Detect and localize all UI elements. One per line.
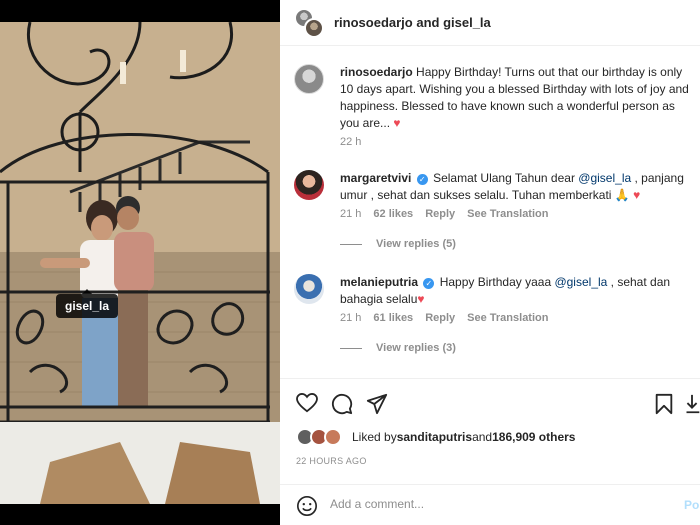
emoji-icon[interactable] bbox=[296, 495, 318, 517]
user-tag[interactable]: gisel_la bbox=[56, 289, 119, 318]
comment-username[interactable]: melanieputria bbox=[340, 275, 418, 289]
post-authors[interactable]: rinosoedarjo and gisel_la bbox=[334, 15, 491, 30]
comment-input[interactable] bbox=[330, 497, 670, 511]
bookmark-icon[interactable] bbox=[654, 393, 674, 415]
comment-meta: 21 h 62 likes Reply See Translation bbox=[340, 208, 548, 220]
post-details-panel: rinosoedarjo and gisel_la rinosoedarjo H… bbox=[280, 0, 700, 525]
liked-by-prefix: Liked by bbox=[352, 430, 397, 444]
collab-avatar[interactable] bbox=[294, 7, 324, 38]
mention-link[interactable]: @gisel_la bbox=[578, 171, 631, 185]
post-header: rinosoedarjo and gisel_la bbox=[280, 0, 700, 46]
avatar[interactable] bbox=[294, 170, 324, 200]
view-replies-button[interactable]: View replies (5) bbox=[340, 238, 456, 250]
post-photo[interactable]: gisel_la bbox=[0, 22, 280, 504]
comment-body: Happy Birthday yaaa bbox=[439, 275, 555, 289]
likes-count[interactable]: 186,909 others bbox=[492, 430, 575, 444]
reply-button[interactable]: Reply bbox=[425, 312, 455, 324]
liked-by-user[interactable]: sanditaputris bbox=[397, 430, 472, 444]
comment-likes[interactable]: 61 likes bbox=[373, 312, 413, 324]
comment-item: melanieputria ✓ Happy Birthday yaaa @gis… bbox=[294, 274, 694, 364]
view-replies-label: View replies (3) bbox=[376, 342, 456, 354]
replies-divider bbox=[340, 347, 362, 349]
view-replies-button[interactable]: View replies (3) bbox=[340, 342, 456, 354]
caption-text: rinosoedarjo Happy Birthday! Turns out t… bbox=[340, 64, 694, 132]
action-bar bbox=[280, 378, 700, 426]
mention-link[interactable]: @gisel_la bbox=[554, 275, 607, 289]
replies-divider bbox=[340, 243, 362, 245]
see-translation-link[interactable]: See Translation bbox=[467, 312, 548, 324]
heart-icon[interactable] bbox=[296, 393, 318, 413]
caption-username[interactable]: rinosoedarjo bbox=[340, 65, 413, 79]
comment-username[interactable]: margaretvivi bbox=[340, 171, 411, 185]
download-icon[interactable] bbox=[684, 393, 700, 415]
caption-time[interactable]: 22 h bbox=[340, 136, 361, 148]
heart-emoji: ♥ bbox=[633, 188, 641, 202]
comment-icon[interactable] bbox=[331, 393, 353, 415]
comment-item: margaretvivi ✓ Selamat Ulang Tahun dear … bbox=[294, 170, 694, 260]
verified-badge-icon: ✓ bbox=[423, 278, 435, 289]
avatar[interactable] bbox=[294, 274, 324, 304]
liker-avatars bbox=[296, 428, 346, 446]
heart-emoji: ♥ bbox=[417, 292, 425, 306]
share-icon[interactable] bbox=[366, 393, 388, 415]
photo-illustration bbox=[0, 22, 280, 504]
post-timestamp[interactable]: 22 HOURS AGO bbox=[296, 456, 367, 466]
add-comment-bar: Post bbox=[280, 484, 700, 525]
verified-badge-icon: ✓ bbox=[416, 174, 428, 185]
comments-list[interactable]: rinosoedarjo Happy Birthday! Turns out t… bbox=[280, 46, 700, 376]
liked-by-and: and bbox=[472, 430, 493, 444]
caption-meta: 22 h bbox=[340, 136, 361, 148]
comment-time[interactable]: 21 h bbox=[340, 208, 361, 220]
comment-likes[interactable]: 62 likes bbox=[373, 208, 413, 220]
comment-time[interactable]: 21 h bbox=[340, 312, 361, 324]
see-translation-link[interactable]: See Translation bbox=[467, 208, 548, 220]
caption: rinosoedarjo Happy Birthday! Turns out t… bbox=[294, 64, 694, 154]
view-replies-label: View replies (5) bbox=[376, 238, 456, 250]
reply-button[interactable]: Reply bbox=[425, 208, 455, 220]
heart-emoji: ♥ bbox=[393, 116, 401, 130]
avatar[interactable] bbox=[294, 64, 324, 94]
comment-text: melanieputria ✓ Happy Birthday yaaa @gis… bbox=[340, 274, 694, 308]
comment-text: margaretvivi ✓ Selamat Ulang Tahun dear … bbox=[340, 170, 694, 204]
comment-meta: 21 h 61 likes Reply See Translation bbox=[340, 312, 548, 324]
liked-by[interactable]: Liked by sanditaputris and 186,909 other… bbox=[296, 428, 575, 446]
post-button[interactable]: Post bbox=[684, 498, 700, 512]
comment-body: Selamat Ulang Tahun dear bbox=[433, 171, 579, 185]
